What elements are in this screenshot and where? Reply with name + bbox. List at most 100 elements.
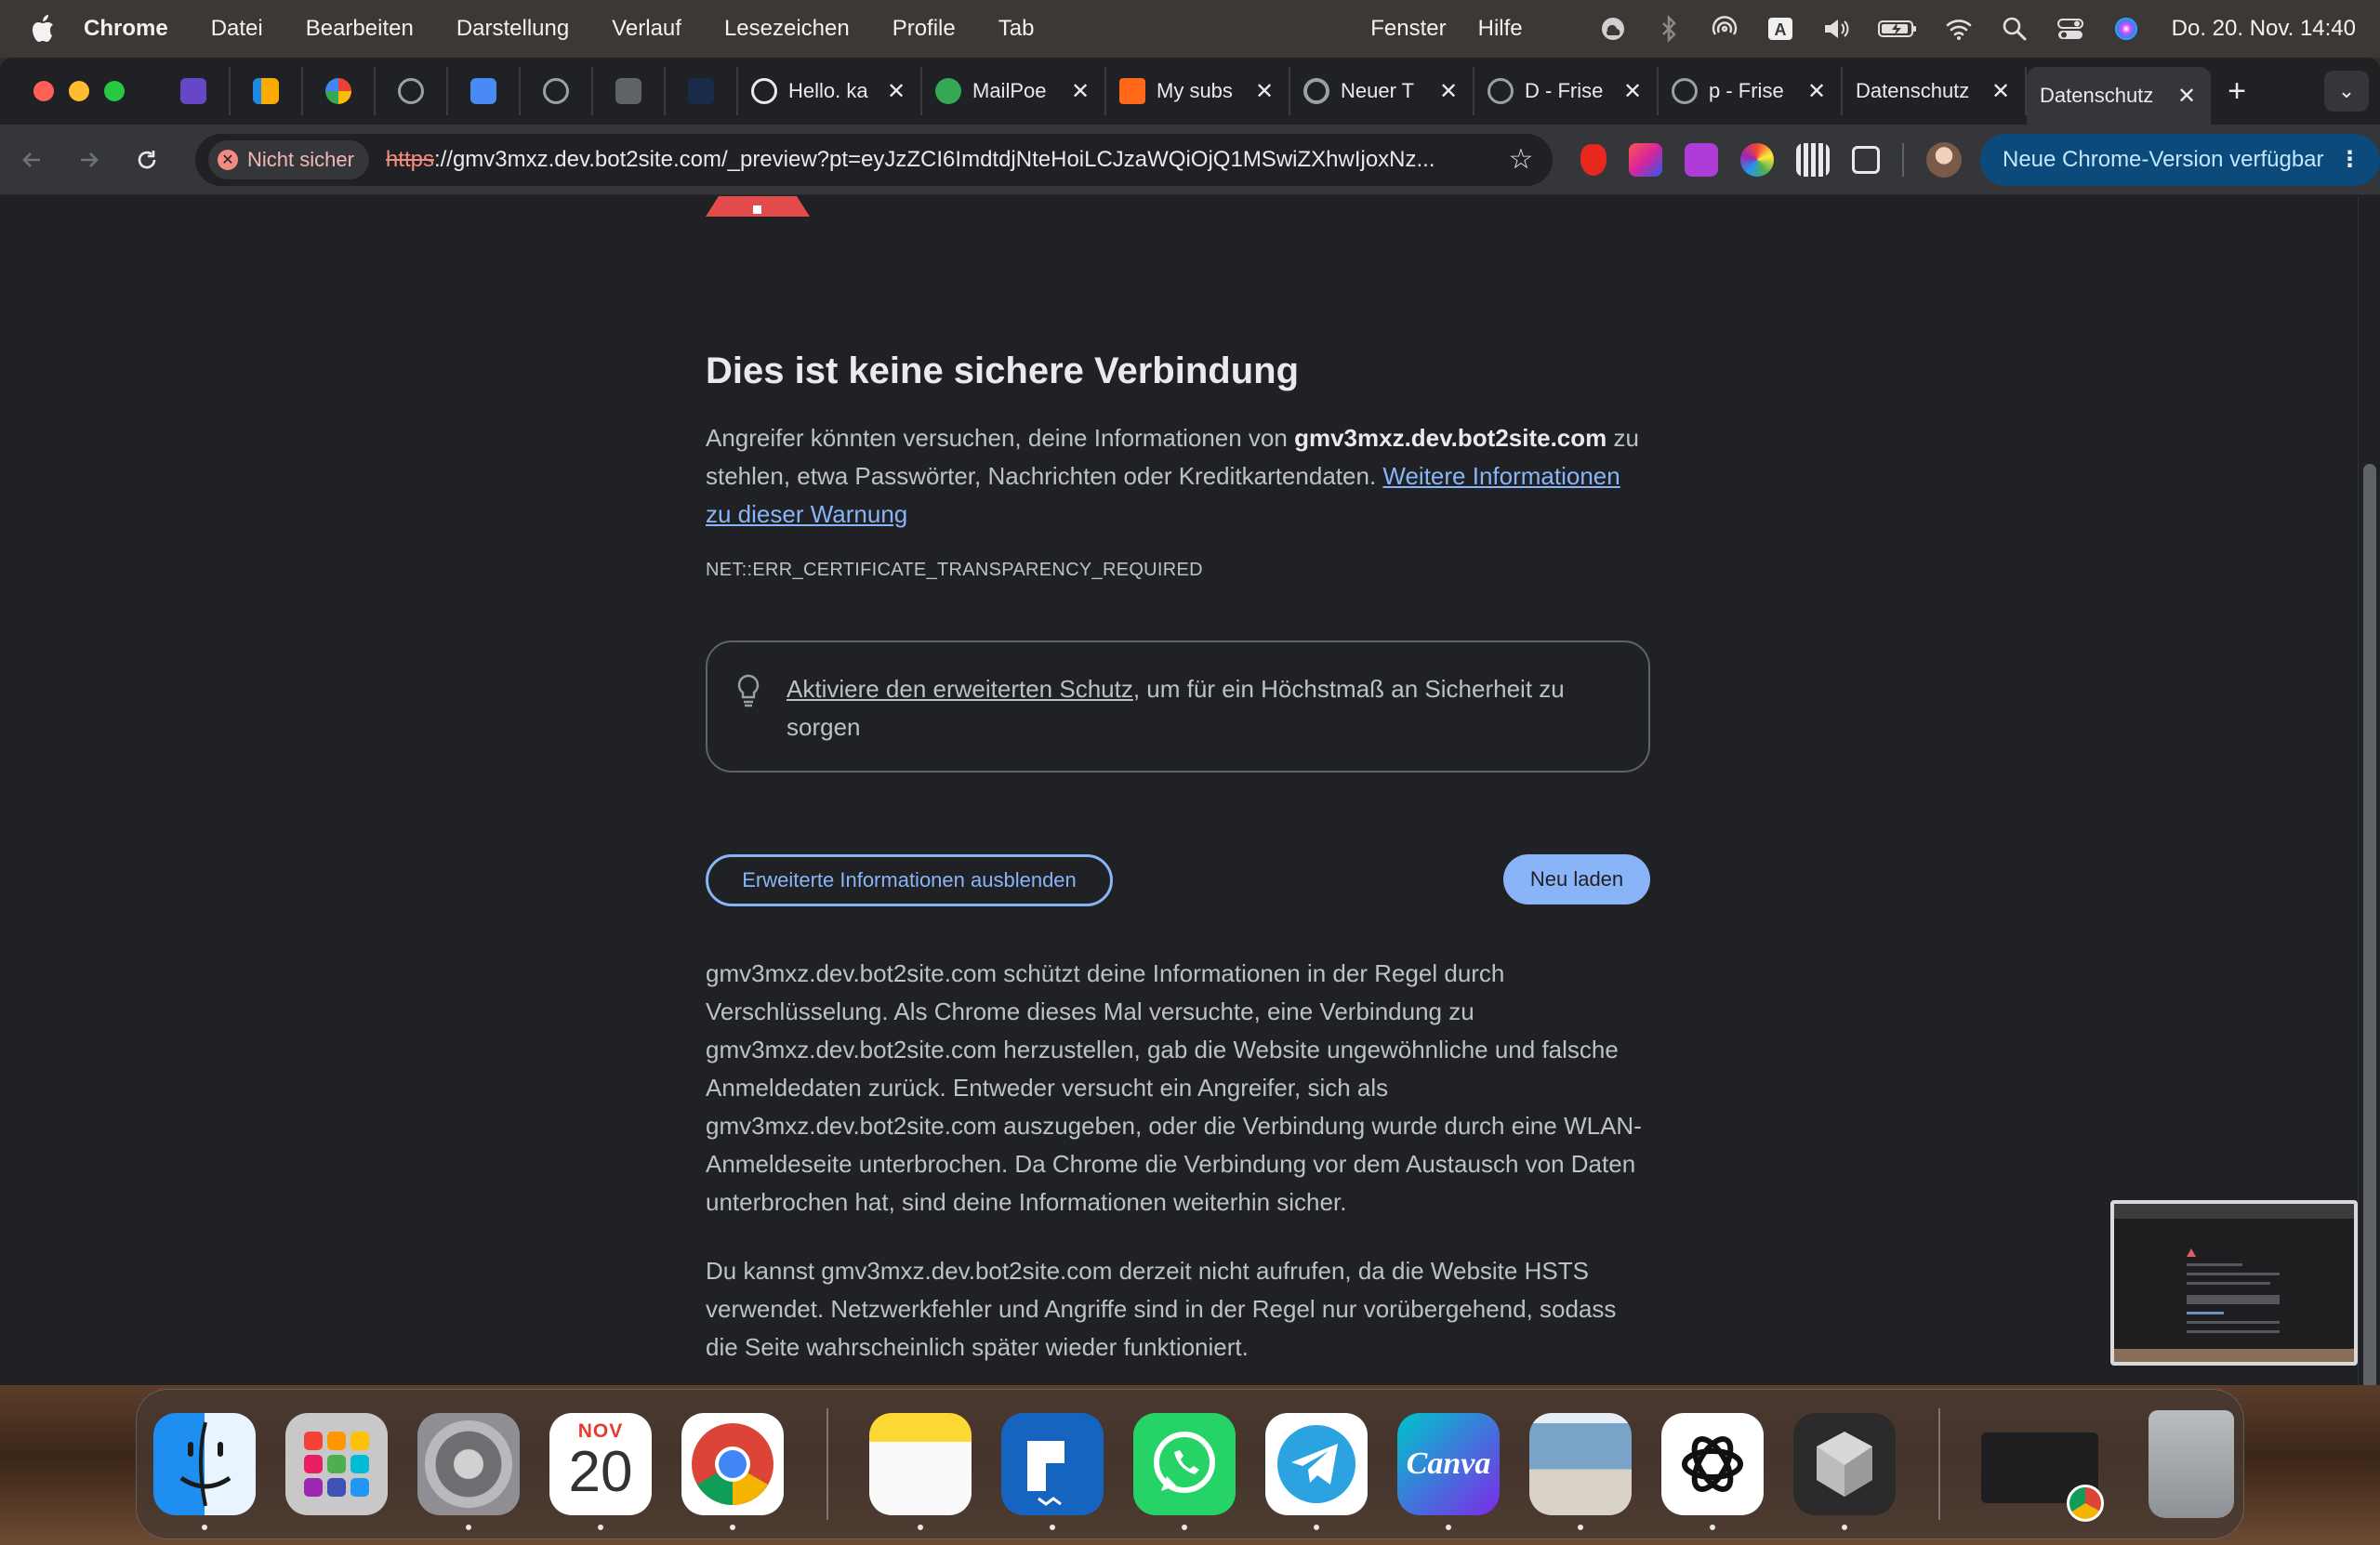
notes-icon[interactable] xyxy=(869,1413,972,1530)
tab-d-frise[interactable]: D - Frise ✕ xyxy=(1474,67,1659,115)
url-text[interactable]: https://gmv3mxz.dev.bot2site.com/_previe… xyxy=(386,147,1502,173)
trash-icon[interactable] xyxy=(2149,1410,2234,1518)
pinned-tab[interactable] xyxy=(666,67,738,115)
tab-new-tab[interactable]: Neuer T ✕ xyxy=(1290,67,1474,115)
menu-datei[interactable]: Datei xyxy=(211,16,263,42)
pinned-tab[interactable] xyxy=(448,67,521,115)
reload-page-button[interactable]: Neu laden xyxy=(1503,854,1650,905)
address-bar[interactable]: ✕ Nicht sicher https://gmv3mxz.dev.bot2s… xyxy=(195,133,1553,186)
settings-gear-icon[interactable] xyxy=(417,1413,520,1530)
calendar-icon[interactable]: NOV 20 xyxy=(549,1413,652,1530)
bluetooth-icon[interactable] xyxy=(1653,13,1685,45)
globe-icon xyxy=(543,78,569,104)
menu-bearbeiten[interactable]: Bearbeiten xyxy=(306,16,414,42)
tab-mailpoet[interactable]: MailPoe ✕ xyxy=(922,67,1106,115)
running-indicator xyxy=(1182,1525,1187,1530)
update-chrome-chip[interactable]: Neue Chrome-Version verfügbar ⋮ xyxy=(1980,133,2380,186)
apple-menu-icon[interactable] xyxy=(0,14,84,44)
close-tab-icon[interactable]: ✕ xyxy=(1069,78,1091,105)
tab-title: Datenschutz xyxy=(1856,79,1970,102)
hide-details-button[interactable]: Erweiterte Informationen ausblenden xyxy=(706,854,1113,906)
pinned-tab[interactable] xyxy=(158,67,231,115)
close-tab-icon[interactable]: ✕ xyxy=(1805,78,1828,105)
battery-icon[interactable] xyxy=(1876,13,1919,45)
chrome-icon[interactable] xyxy=(681,1413,784,1530)
more-menu-icon[interactable]: ⋮ xyxy=(2339,146,2361,173)
running-indicator xyxy=(730,1525,735,1530)
screenshot-thumbnail[interactable] xyxy=(2110,1200,2358,1366)
pinned-tab[interactable] xyxy=(593,67,666,115)
menu-verlauf[interactable]: Verlauf xyxy=(612,16,681,42)
close-tab-icon[interactable]: ✕ xyxy=(1621,78,1644,105)
preview-icon[interactable] xyxy=(1529,1413,1632,1530)
input-source-icon[interactable]: A xyxy=(1765,13,1796,45)
telegram-icon[interactable] xyxy=(1265,1413,1368,1530)
menu-darstellung[interactable]: Darstellung xyxy=(456,16,569,42)
tab-datenschutz-active[interactable]: Datenschutz ✕ xyxy=(2027,67,2211,125)
finder-icon[interactable] xyxy=(153,1413,256,1530)
running-indicator xyxy=(202,1525,207,1530)
tab-title: My subs xyxy=(1157,79,1233,102)
control-center-icon[interactable] xyxy=(2055,13,2086,45)
window-thumbnail-icon[interactable] xyxy=(1981,1433,2104,1522)
profile-avatar[interactable] xyxy=(1926,141,1962,178)
bookmark-star-icon[interactable]: ☆ xyxy=(1502,143,1540,176)
volume-icon[interactable] xyxy=(1820,13,1852,45)
security-chip[interactable]: ✕ Nicht sicher xyxy=(208,139,369,179)
pinned-tab[interactable] xyxy=(376,67,448,115)
download-icon[interactable] xyxy=(1685,142,1718,177)
new-tab-button[interactable]: + xyxy=(2211,73,2263,110)
close-tab-icon[interactable]: ✕ xyxy=(885,78,907,105)
cube-icon[interactable] xyxy=(1793,1413,1896,1530)
menu-hilfe[interactable]: Hilfe xyxy=(1478,16,1523,42)
colorpicker-icon[interactable] xyxy=(1740,142,1774,177)
close-tab-icon[interactable]: ✕ xyxy=(1990,78,2012,105)
whatsapp-icon[interactable] xyxy=(1133,1413,1236,1530)
menu-fenster[interactable]: Fenster xyxy=(1370,16,1446,42)
menu-lesezeichen[interactable]: Lesezeichen xyxy=(724,16,850,42)
menu-tab[interactable]: Tab xyxy=(998,16,1035,42)
wifi-icon[interactable] xyxy=(1943,13,1975,45)
scrollbar-thumb[interactable] xyxy=(2363,464,2376,1385)
tab-p-frise[interactable]: p - Frise ✕ xyxy=(1659,67,1843,115)
canva-icon[interactable]: Canva xyxy=(1397,1413,1500,1530)
menu-bar-clock[interactable]: Do. 20. Nov. 14:40 xyxy=(2172,16,2356,42)
tab-search-button[interactable]: ⌄ xyxy=(2324,71,2369,112)
tab-substack[interactable]: My subs ✕ xyxy=(1106,67,1290,115)
close-tab-icon[interactable]: ✕ xyxy=(1253,78,1276,105)
siri-icon[interactable] xyxy=(2110,13,2142,45)
adblock-icon[interactable] xyxy=(1580,143,1606,176)
blue-tile-icon[interactable] xyxy=(1001,1413,1104,1530)
tab-hello[interactable]: Hello. ka ✕ xyxy=(738,67,922,115)
creative-cloud-icon[interactable] xyxy=(1597,13,1629,45)
running-indicator xyxy=(1446,1525,1451,1530)
close-tab-icon[interactable]: ✕ xyxy=(2175,83,2198,110)
substack-icon xyxy=(1119,78,1145,104)
close-window-button[interactable] xyxy=(33,81,54,101)
qr-icon[interactable] xyxy=(1796,142,1830,177)
pinned-tab[interactable] xyxy=(303,67,376,115)
zoom-window-button[interactable] xyxy=(104,81,125,101)
menu-profile[interactable]: Profile xyxy=(892,16,956,42)
security-chip-label: Nicht sicher xyxy=(247,147,354,171)
error-x-icon: ✕ xyxy=(218,149,238,170)
launchpad-icon[interactable] xyxy=(285,1413,388,1515)
enhanced-protection-link[interactable]: Aktiviere den erweiterten Schutz xyxy=(787,675,1133,703)
check-icon xyxy=(615,78,641,104)
wave-icon xyxy=(688,78,714,104)
minimize-window-button[interactable] xyxy=(69,81,89,101)
reload-button[interactable] xyxy=(121,134,173,186)
airdrop-icon[interactable] xyxy=(1709,13,1740,45)
chatgpt-icon[interactable] xyxy=(1661,1413,1764,1530)
page-scrollbar[interactable] xyxy=(2358,196,2380,1385)
back-button[interactable] xyxy=(6,134,58,186)
menu-app-name[interactable]: Chrome xyxy=(84,16,168,42)
forward-button[interactable] xyxy=(63,134,115,186)
tab-datenschutz[interactable]: Datenschutz ✕ xyxy=(1843,67,2027,115)
close-tab-icon[interactable]: ✕ xyxy=(1437,78,1460,105)
spotlight-icon[interactable] xyxy=(1999,13,2030,45)
pinned-tab[interactable] xyxy=(231,67,303,115)
puzzle-icon[interactable] xyxy=(1852,145,1880,174)
instagram-icon[interactable] xyxy=(1629,142,1662,177)
pinned-tab[interactable] xyxy=(521,67,593,115)
